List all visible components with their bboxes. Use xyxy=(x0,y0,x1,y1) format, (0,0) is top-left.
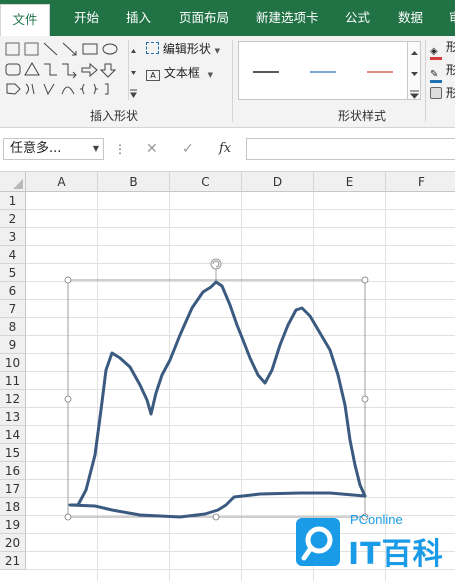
selection-box xyxy=(67,279,366,518)
rotation-handle[interactable] xyxy=(210,258,222,280)
freeform-shape[interactable] xyxy=(0,0,455,581)
resize-handles[interactable] xyxy=(64,276,369,521)
magnifier-logo-icon xyxy=(296,518,340,566)
watermark-title: IT百科 xyxy=(348,537,444,572)
mountain-path xyxy=(68,280,367,519)
watermark-brand: PConline xyxy=(350,512,403,527)
watermark-logo: PConline IT百科 xyxy=(296,512,455,581)
